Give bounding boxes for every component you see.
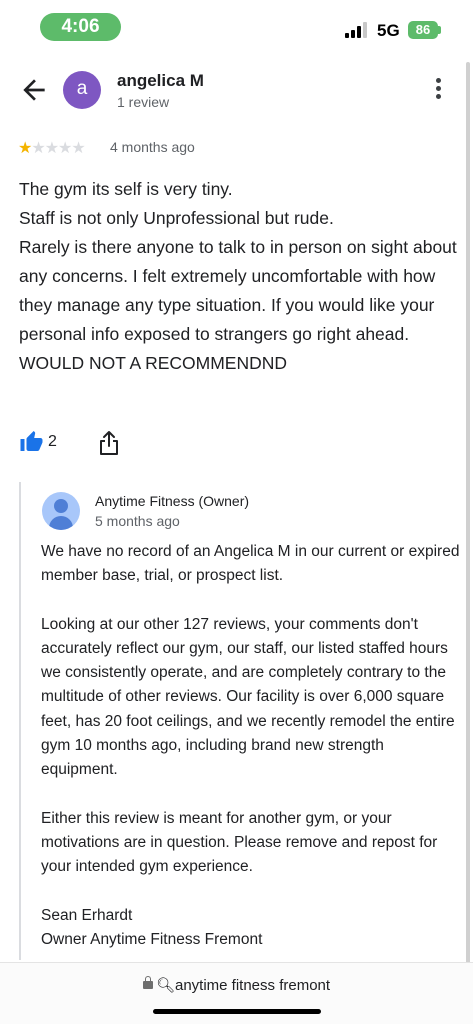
status-bar: 4:06 5G 86 bbox=[0, 0, 473, 52]
scrollbar[interactable] bbox=[466, 62, 470, 965]
review-header: a angelica M 1 review bbox=[0, 62, 473, 120]
url-text: anytime fitness fremont bbox=[174, 977, 331, 994]
star-rating: ★★★★★ bbox=[18, 138, 86, 158]
owner-avatar bbox=[42, 492, 80, 530]
signal-icon bbox=[345, 22, 371, 38]
more-vert-icon[interactable] bbox=[428, 76, 448, 104]
review-line: The gym its self is very tiny. bbox=[19, 179, 233, 199]
review-line: Staff is not only Unprofessional but rud… bbox=[19, 208, 334, 228]
like-count: 2 bbox=[48, 433, 57, 450]
network-label: 5G bbox=[377, 21, 400, 40]
reviewer-avatar[interactable]: a bbox=[63, 71, 101, 109]
lock-icon bbox=[142, 976, 153, 989]
reviewer-name[interactable]: angelica M bbox=[117, 71, 204, 91]
star-empty-icon: ★ bbox=[44, 140, 59, 157]
status-time: 4:06 bbox=[40, 13, 121, 41]
reply-paragraph: Looking at our other 127 reviews, your c… bbox=[41, 615, 455, 779]
search-icon: 🔍︎ bbox=[155, 977, 175, 994]
reply-paragraph: We have no record of an Angelica M in ou… bbox=[41, 543, 460, 585]
review-line: Rarely is there anyone to talk to in per… bbox=[19, 237, 457, 373]
reply-signature-title: Owner Anytime Fitness Fremont bbox=[41, 930, 263, 948]
reply-signature-name: Sean Erhardt bbox=[41, 906, 133, 924]
url-field[interactable]: 🔍︎anytime fitness fremont bbox=[0, 976, 473, 994]
owner-reply-time: 5 months ago bbox=[95, 513, 180, 529]
star-empty-icon: ★ bbox=[31, 140, 45, 157]
star-filled-icon: ★ bbox=[18, 140, 32, 157]
reply-divider bbox=[19, 482, 21, 960]
owner-name: Anytime Fitness (Owner) bbox=[95, 493, 250, 509]
star-empty-icon: ★ bbox=[71, 140, 85, 157]
review-text: The gym its self is very tiny. Staff is … bbox=[19, 175, 459, 378]
thumbs-up-icon[interactable] bbox=[19, 430, 44, 454]
home-indicator[interactable] bbox=[153, 1009, 321, 1014]
star-empty-icon: ★ bbox=[58, 140, 72, 157]
owner-reply-text: We have no record of an Angelica M in ou… bbox=[41, 540, 461, 952]
browser-url-bar[interactable]: 🔍︎anytime fitness fremont bbox=[0, 962, 473, 1024]
battery-tip bbox=[438, 26, 441, 34]
review-time-ago: 4 months ago bbox=[110, 139, 195, 155]
battery-icon: 86 bbox=[408, 21, 438, 39]
reviewer-review-count: 1 review bbox=[117, 94, 170, 110]
share-icon[interactable] bbox=[98, 430, 120, 456]
back-arrow-icon[interactable] bbox=[18, 74, 50, 106]
reply-paragraph: Either this review is meant for another … bbox=[41, 809, 438, 876]
